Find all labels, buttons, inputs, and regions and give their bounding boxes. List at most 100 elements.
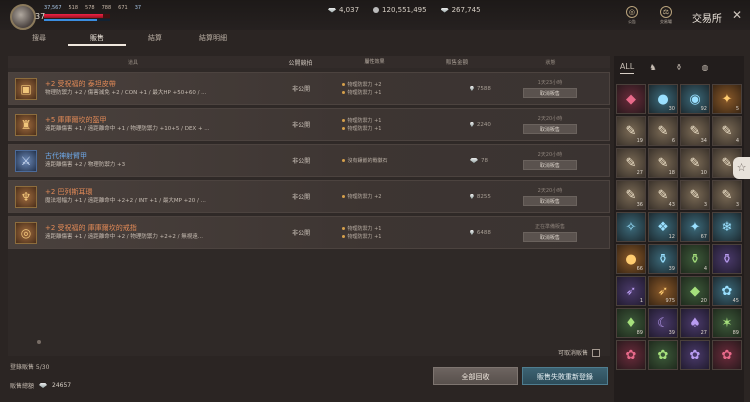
price-value: 2240 [476,121,491,128]
relist-failed-button[interactable]: 販售失敗重新登錄 [522,367,608,385]
star-icon[interactable]: ☆ [733,157,750,179]
item-icon: ➶ [625,283,637,299]
tab-settle[interactable]: 結算 [126,31,184,46]
inventory-slot[interactable]: ✧ [616,212,646,242]
item-count: 45 [732,298,739,304]
cancelable-filter[interactable]: 可取消販售 [558,348,601,357]
item-cell: ▣ +2 受祝福的 泰坦皮帶 物理防禦力 +2 / 傷害減免 +2 / CON … [9,77,259,100]
hp-bar [44,14,110,18]
inventory-panel: ALL♞⚱◍ ◆●30◉92✦5✎19✎6✎34✎4✎27✎18✎10✎7✎36… [614,56,744,402]
price-value: 6488 [476,229,491,236]
item-cell: ◎ +2 受祝福的 庫庫爾坎的戒指 遠距離傷害 +1 / 遠距離命中 +2 / … [9,221,259,244]
inventory-slot[interactable]: ✶ 89 [712,308,742,338]
window-title: 交易所 [691,14,722,25]
notice-button[interactable]: ◎ 公告 [620,6,644,25]
price-value: 7588 [476,85,491,92]
cancel-sale-button[interactable]: 取消販售 [522,124,577,134]
inventory-slot[interactable]: ⚱ 39 [648,244,678,274]
item-count: 975 [665,298,675,304]
price-value: 8255 [476,193,491,200]
inventory-slot[interactable]: ✎ 27 [616,148,646,178]
item-icon: ✦ [721,91,733,107]
earring-icon: ♆ [15,185,37,208]
cancel-sale-button[interactable]: 取消販售 [522,196,577,206]
inventory-slot[interactable]: ✎ 3 [680,180,710,210]
collect-all-button[interactable]: 全部回收 [433,367,518,385]
sell-panel: 道具 公開競拍 屬性效果 販售金額 狀態 ▣ +2 受祝福的 泰坦皮帶 物理防禦… [8,56,610,356]
item-count: 10 [700,170,707,176]
tab-settle-details[interactable]: 結算明細 [184,31,242,46]
inventory-slot[interactable]: ✎ 19 [616,116,646,146]
inventory-potion-tab[interactable]: ⚱ [672,60,686,74]
item-count: 43 [668,202,675,208]
inventory-slot[interactable]: ✿ [712,340,742,370]
attribute-text: 沒有鑲嵌的戰徽石 [347,157,388,164]
header-status: 狀態 [545,59,556,66]
cancel-sale-button[interactable]: 取消販售 [522,160,577,170]
inventory-slot[interactable]: ✎ 10 [680,148,710,178]
inventory-slot[interactable]: ⚱ [712,244,742,274]
inventory-slot[interactable]: ✎ 3 [712,180,742,210]
inventory-slot[interactable]: ➶ 975 [648,276,678,306]
item-count: 3 [703,202,707,208]
public-auction: 非公開 [292,122,311,129]
inventory-slot[interactable]: ✿ [616,340,646,370]
table-row[interactable]: ♜ +5 庫庫爾坎的盔甲 遠距離傷害 +1 / 遠距離命中 +1 / 物理防禦力… [8,108,610,141]
inventory-slot[interactable]: ❖ 12 [648,212,678,242]
close-icon[interactable]: ✕ [732,8,742,22]
item-icon: ● [625,251,637,267]
inventory-misc-tab[interactable]: ◍ [698,60,712,74]
avatar[interactable] [10,4,36,30]
status-time: 正在準備販售 [534,224,565,230]
item-count: 30 [668,106,675,112]
inventory-slot[interactable]: ◉ 92 [680,84,710,114]
cancel-sale-button[interactable]: 取消販售 [522,88,577,98]
attribute-text: 物理防禦力 +2 [347,193,382,200]
table-row[interactable]: ⚔ 古代神射臂甲 遠距離傷害 +2 / 物理防禦力 +3 非公開 沒有鑲嵌的戰徽… [8,144,610,177]
tab-search[interactable]: 搜尋 [10,31,68,46]
inventory-slot[interactable]: ♦ 89 [616,308,646,338]
inventory-helmet-tab[interactable]: ♞ [646,60,660,74]
cancel-sale-button[interactable]: 取消販售 [522,232,577,242]
cancelable-checkbox[interactable] [592,348,601,357]
item-count: 1 [639,298,643,304]
inventory-slot[interactable]: ● 66 [616,244,646,274]
inventory-slot[interactable]: ● 30 [648,84,678,114]
inventory-slot[interactable]: ✿ [648,340,678,370]
table-row[interactable]: ◎ +2 受祝福的 庫庫爾坎的戒指 遠距離傷害 +1 / 遠距離命中 +2 / … [8,216,610,249]
ring-icon: ◎ [15,221,37,244]
bullet-icon [341,118,345,122]
inventory-slot[interactable]: ✿ 45 [712,276,742,306]
inventory-slot[interactable]: ✎ 6 [648,116,678,146]
stat-1: 37,567 [44,5,62,11]
inventory-slot[interactable]: ◆ 20 [680,276,710,306]
red-diamond-count: 267,745 [451,6,481,14]
inventory-slot[interactable]: ✿ [680,340,710,370]
inventory-slot[interactable]: ✎ 36 [616,180,646,210]
inventory-slot[interactable]: ⚱ 4 [680,244,710,274]
public-auction: 非公開 [292,158,311,165]
inventory-slot[interactable]: ✦ 5 [712,84,742,114]
item-count: 27 [636,170,643,176]
inventory-slot[interactable]: ◆ [616,84,646,114]
inventory-slot[interactable]: ♠ 27 [680,308,710,338]
item-icon: ❖ [657,219,669,235]
inventory-slot[interactable]: ➶ 1 [616,276,646,306]
inventory-all-tab[interactable]: ALL [620,60,634,74]
attribute-text: 物理防禦力 +1 [347,225,382,232]
item-icon: ✎ [657,187,669,203]
status-time: 2天20小時 [537,116,563,122]
item-name: +2 受祝福的 泰坦皮帶 [45,80,116,88]
attribute-line: 物理防禦力 +2 [341,193,426,201]
inventory-slot[interactable]: ✎ 18 [648,148,678,178]
inventory-slot[interactable]: ✎ 43 [648,180,678,210]
inventory-slot[interactable]: ☾ 39 [648,308,678,338]
inventory-slot[interactable]: ✎ 4 [712,116,742,146]
market-button[interactable]: ⚖ 交易場 [654,6,678,25]
inventory-slot[interactable]: ✎ 34 [680,116,710,146]
table-row[interactable]: ♆ +2 巴列斯耳環 魔法增幅力 +1 / 遠距離命中 +2+2 / INT +… [8,180,610,213]
inventory-slot[interactable]: ✦ 67 [680,212,710,242]
inventory-slot[interactable]: ❄ [712,212,742,242]
tab-sell[interactable]: 販售 [68,31,126,46]
table-row[interactable]: ▣ +2 受祝福的 泰坦皮帶 物理防禦力 +2 / 傷害減免 +2 / CON … [8,72,610,105]
